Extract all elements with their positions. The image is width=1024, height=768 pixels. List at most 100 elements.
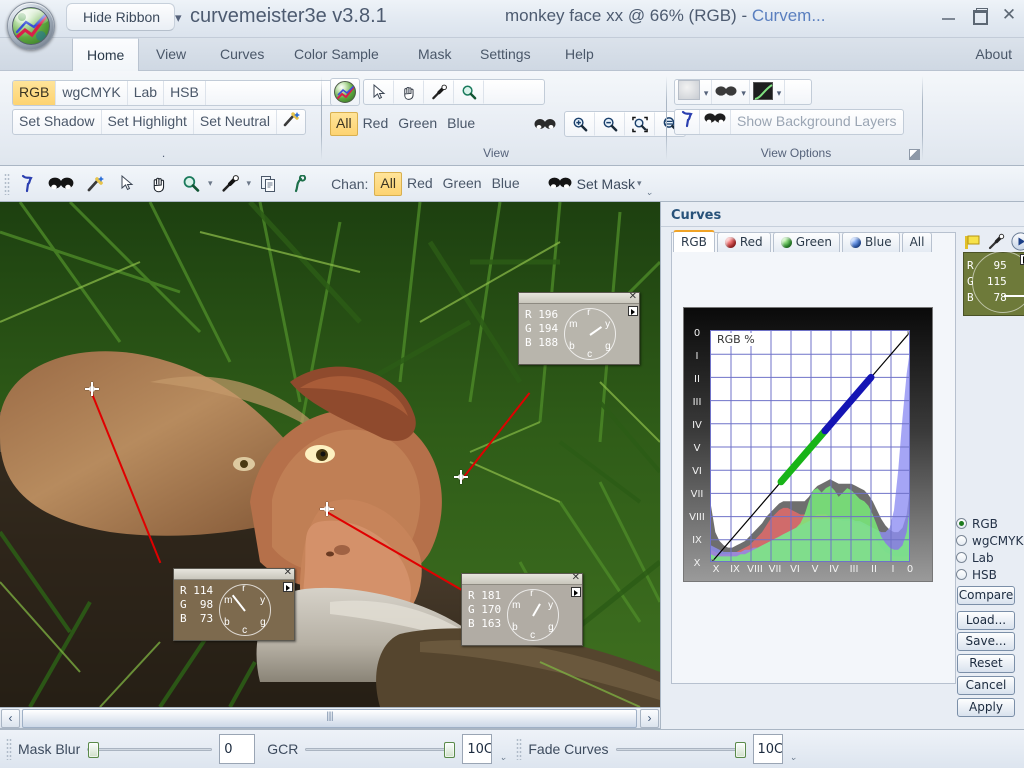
mask-blur-slider[interactable] bbox=[87, 742, 213, 758]
mode-hsb[interactable]: HSB bbox=[164, 81, 206, 105]
toolbar-gripper[interactable] bbox=[4, 172, 10, 195]
set-mask-caret-icon[interactable]: ▾ bbox=[637, 178, 642, 189]
mask-blur-thumb[interactable] bbox=[88, 742, 100, 758]
set-neutral-button[interactable]: Set Neutral bbox=[194, 110, 277, 134]
toolbar-channel-blue[interactable]: Blue bbox=[487, 172, 525, 196]
curvemeister-orb-icon[interactable] bbox=[7, 2, 55, 50]
scroll-right-button[interactable]: › bbox=[640, 709, 659, 728]
radio-wgcmyk-dot[interactable] bbox=[956, 535, 967, 546]
curve-tab-green[interactable]: Green bbox=[772, 232, 841, 252]
save-button[interactable]: Save... bbox=[957, 632, 1015, 651]
set-mask-button[interactable]: Set Mask bbox=[577, 176, 635, 192]
close-icon[interactable]: ✕ bbox=[284, 567, 292, 578]
radio-hsb[interactable]: HSB bbox=[956, 567, 1024, 584]
mode-rgb[interactable]: RGB bbox=[13, 81, 57, 105]
radio-lab[interactable]: Lab bbox=[956, 550, 1024, 567]
colorspace-mode-bar[interactable]: RGB wgCMYK Lab HSB bbox=[12, 80, 352, 106]
gcr-overflow-button[interactable]: ⌄ bbox=[499, 737, 510, 762]
flag-icon[interactable] bbox=[963, 233, 981, 254]
layer-thumbnail-icon[interactable]: ▾ bbox=[675, 80, 713, 104]
curve-tab-all[interactable]: All bbox=[901, 232, 933, 252]
magic-wand-icon[interactable] bbox=[80, 170, 110, 198]
mask-glasses-icon[interactable] bbox=[545, 170, 575, 198]
view-channel-red[interactable]: Red bbox=[358, 112, 394, 136]
dialog-launcher-icon[interactable] bbox=[909, 149, 920, 160]
scroll-left-button[interactable]: ‹ bbox=[1, 709, 20, 728]
radio-rgb-dot[interactable] bbox=[956, 518, 967, 529]
scroll-thumb[interactable] bbox=[22, 709, 637, 728]
copy-icon[interactable] bbox=[253, 170, 283, 198]
color-sample-readout[interactable]: ✕ R 196 G 194 B 188 r y g c b m bbox=[518, 291, 640, 365]
mode-wgcmyk[interactable]: wgCMYK bbox=[56, 81, 128, 105]
readout-menu-icon[interactable] bbox=[571, 587, 581, 597]
view-channel-green[interactable]: Green bbox=[393, 112, 442, 136]
zoom-magnifier-icon[interactable] bbox=[176, 170, 206, 198]
curve-plot[interactable]: RGB % bbox=[710, 330, 910, 562]
minimize-button[interactable] bbox=[940, 8, 958, 24]
arrow-cursor-icon[interactable] bbox=[364, 80, 394, 104]
close-icon[interactable]: ✕ bbox=[572, 572, 580, 583]
toolbar-channel-red[interactable]: Red bbox=[402, 172, 438, 196]
readout-menu-icon[interactable] bbox=[628, 306, 638, 316]
play-icon[interactable] bbox=[1011, 232, 1024, 254]
zoom-magnifier-icon[interactable] bbox=[454, 80, 484, 104]
view-channel-bar[interactable]: All Red Green Blue bbox=[330, 112, 480, 136]
toolbar-channel-all[interactable]: All bbox=[374, 171, 402, 196]
apply-button[interactable]: Apply bbox=[957, 698, 1015, 717]
curvemeister-orb-icon[interactable] bbox=[330, 78, 360, 106]
zoom-button-bar[interactable] bbox=[564, 111, 687, 137]
zoom-fit-icon[interactable] bbox=[625, 112, 656, 136]
radio-hsb-dot[interactable] bbox=[956, 569, 967, 580]
quick-access-caret-icon[interactable]: ▾ bbox=[175, 10, 182, 26]
tab-home[interactable]: Home bbox=[72, 38, 140, 71]
eyedropper-icon[interactable] bbox=[215, 170, 245, 198]
color-sample-readout[interactable]: ✕ R 181 G 170 B 163 r y g c b m bbox=[461, 572, 583, 646]
mask-blur-value-field[interactable]: 0 bbox=[219, 734, 256, 764]
view-channel-blue[interactable]: Blue bbox=[442, 112, 480, 136]
hand-pan-icon[interactable] bbox=[394, 80, 424, 104]
fade-curves-thumb[interactable] bbox=[734, 742, 746, 758]
eyedropper-icon[interactable] bbox=[424, 80, 454, 104]
readout-menu-icon[interactable] bbox=[283, 582, 293, 592]
gcr-slider[interactable] bbox=[305, 742, 456, 758]
radio-rgb[interactable]: RGB bbox=[956, 516, 1024, 533]
tab-mask[interactable]: Mask bbox=[404, 38, 465, 71]
tab-settings[interactable]: Settings bbox=[466, 38, 545, 71]
tab-view[interactable]: View bbox=[142, 38, 200, 71]
about-link[interactable]: About bbox=[975, 38, 1012, 71]
gcr-value-field[interactable]: 10C bbox=[462, 734, 493, 764]
tab-help[interactable]: Help bbox=[551, 38, 608, 71]
show-background-layers-bar[interactable]: Show Background Layers bbox=[674, 109, 904, 135]
compare-button[interactable]: Compare bbox=[957, 586, 1015, 605]
close-icon[interactable]: ✕ bbox=[629, 291, 637, 302]
mask-glasses-icon[interactable] bbox=[44, 170, 78, 198]
gcr-thumb[interactable] bbox=[444, 742, 456, 758]
pin-icon[interactable] bbox=[12, 170, 42, 198]
pen-icon[interactable] bbox=[285, 170, 315, 198]
zoom-out-icon[interactable] bbox=[595, 112, 626, 136]
statusbar-gripper[interactable] bbox=[6, 738, 12, 760]
show-background-layers-button[interactable]: Show Background Layers bbox=[731, 110, 903, 134]
mask-glasses-icon[interactable] bbox=[700, 110, 731, 134]
sample-point-marker[interactable] bbox=[320, 502, 334, 516]
set-shadow-button[interactable]: Set Shadow bbox=[13, 110, 102, 134]
pixel-readout-swatch[interactable]: R 95 G 115 B 78 bbox=[963, 251, 1024, 316]
statusbar-gripper[interactable] bbox=[516, 738, 523, 760]
curve-tab-rgb[interactable]: RGB bbox=[673, 230, 715, 252]
fade-curves-slider[interactable] bbox=[615, 742, 746, 758]
view-channel-all[interactable]: All bbox=[330, 112, 358, 136]
readout-menu-icon[interactable] bbox=[1020, 254, 1024, 265]
magic-wand-icon[interactable] bbox=[277, 110, 305, 134]
zoom-in-icon[interactable] bbox=[565, 112, 596, 136]
toolbar-overflow-button[interactable]: ⌄ bbox=[646, 172, 657, 196]
radio-lab-dot[interactable] bbox=[956, 552, 967, 563]
readout-titlebar[interactable]: ✕ bbox=[462, 572, 582, 585]
tab-color-sample[interactable]: Color Sample bbox=[280, 38, 393, 71]
arrow-cursor-icon[interactable] bbox=[112, 170, 142, 198]
fade-curves-value-field[interactable]: 10C bbox=[752, 734, 783, 764]
mask-glasses-icon[interactable] bbox=[530, 110, 560, 138]
zoom-dropdown-caret-icon[interactable]: ▾ bbox=[208, 178, 213, 189]
pin-icon[interactable] bbox=[675, 110, 700, 134]
cancel-button[interactable]: Cancel bbox=[957, 676, 1015, 695]
curve-tab-blue[interactable]: Blue bbox=[842, 232, 900, 252]
